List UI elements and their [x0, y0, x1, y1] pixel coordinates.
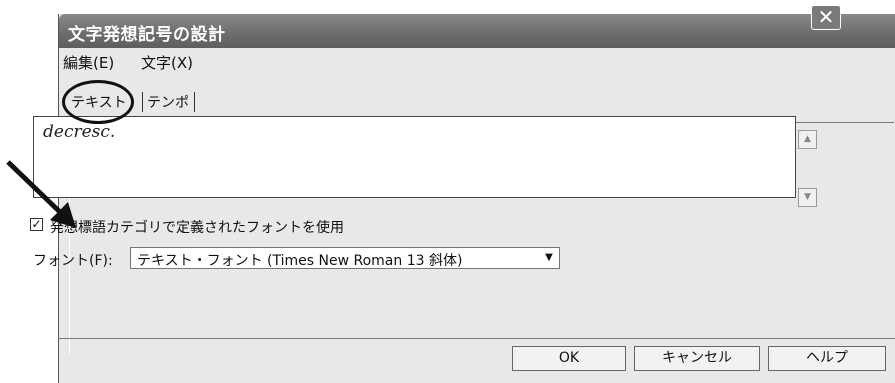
dialog-window: 文字発想記号の設計 編集(E) 文字(X) テキスト テンポ — [58, 14, 895, 383]
font-select[interactable]: テキスト・フォント (Times New Roman 13 斜体) ▼ — [130, 247, 560, 269]
close-button[interactable]: ✕ — [811, 5, 841, 30]
help-button[interactable]: ヘルプ — [768, 346, 886, 371]
font-select-value: テキスト・フォント (Times New Roman 13 斜体) — [137, 253, 463, 269]
ok-button[interactable]: OK — [512, 346, 626, 371]
cancel-button[interactable]: キャンセル — [634, 346, 760, 371]
menu-char[interactable]: 文字(X) — [141, 52, 193, 73]
scroll-down-icon[interactable]: ▼ — [798, 188, 817, 207]
annotation-circle — [62, 80, 134, 124]
tab-divider — [142, 92, 143, 112]
menu-edit[interactable]: 編集(E) — [63, 52, 114, 73]
dialog-title: 文字発想記号の設計 — [68, 25, 226, 45]
scroll-up-icon[interactable]: ▲ — [798, 130, 817, 149]
annotation-arrow-icon — [6, 160, 76, 228]
title-bar[interactable]: 文字発想記号の設計 — [59, 14, 895, 48]
close-icon: ✕ — [817, 5, 835, 29]
font-label: フォント(F): — [33, 253, 113, 269]
divider — [58, 338, 895, 339]
tab-divider — [194, 92, 195, 112]
text-input[interactable]: decresc. — [33, 116, 796, 198]
chevron-down-icon[interactable]: ▼ — [541, 250, 557, 266]
checkbox-label: 発想標語カテゴリで定義されたフォントを使用 — [50, 220, 344, 236]
menu-bar: 編集(E) 文字(X) — [59, 49, 895, 73]
tab-tempo[interactable]: テンポ — [147, 92, 189, 112]
